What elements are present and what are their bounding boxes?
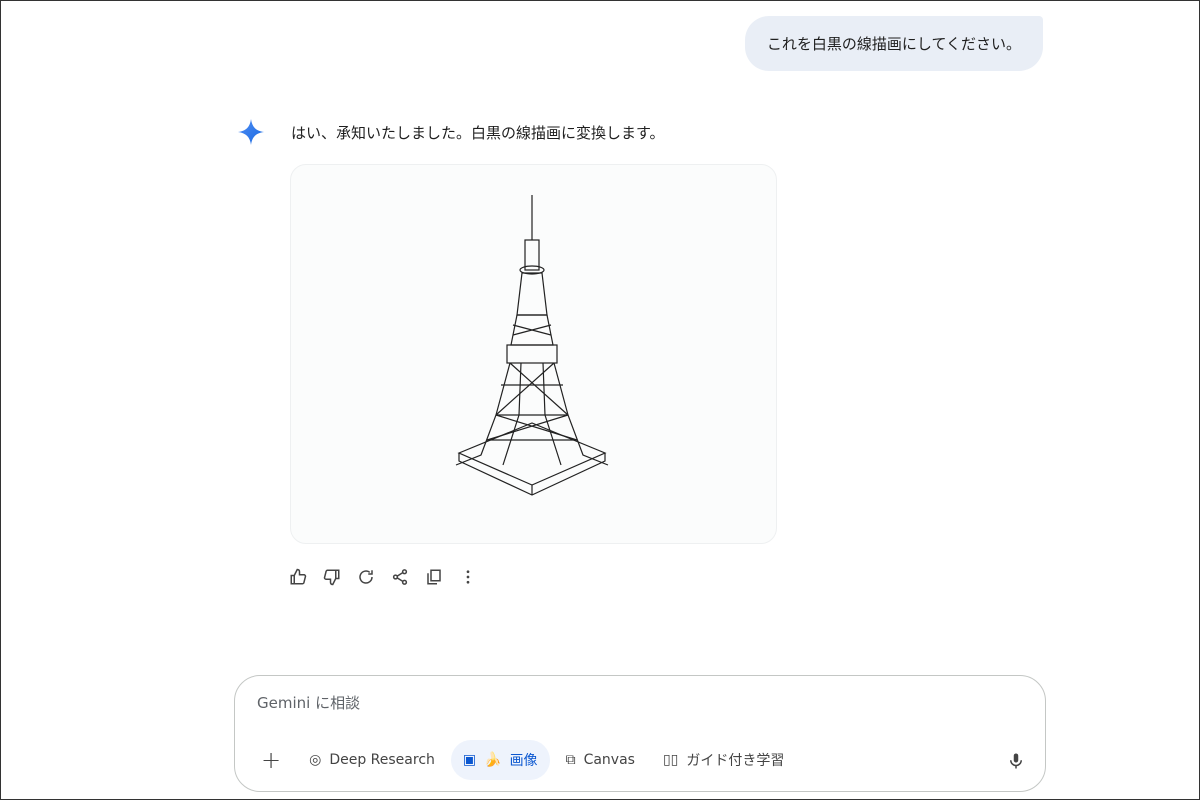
thumbs-down-icon[interactable] (322, 567, 342, 587)
gemini-spark-icon (238, 119, 264, 145)
assistant-reply: はい、承知いたしました。白黒の線描画に変換します。 (291, 124, 665, 142)
tokyo-tower-drawing (455, 195, 609, 496)
deep-research-label: Deep Research (329, 752, 435, 768)
regenerate-icon[interactable] (356, 567, 376, 587)
more-options-icon[interactable] (458, 567, 478, 587)
plus-icon: + (261, 746, 282, 774)
image-icon: ▣ (462, 752, 477, 768)
share-icon[interactable] (390, 567, 410, 587)
canvas-icon: ⧉ (565, 752, 576, 768)
microphone-icon[interactable] (1007, 751, 1025, 775)
guided-learning-label: ガイド付き学習 (686, 753, 785, 769)
user-message-text: これを白黒の線描画にしてください。 (766, 35, 1021, 53)
book-icon: ▯▯ (662, 752, 679, 768)
canvas-label: Canvas (583, 752, 635, 768)
image-label: 画像 (509, 753, 538, 769)
image-tool-button[interactable]: ▣ 🍌 画像 (450, 740, 550, 780)
deep-research-icon: ◎ (309, 752, 322, 768)
deep-research-button[interactable]: ◎ Deep Research (297, 740, 447, 780)
generated-image[interactable] (290, 164, 777, 544)
response-actions (288, 567, 478, 587)
thumbs-up-icon[interactable] (288, 567, 308, 587)
add-button[interactable]: + (249, 740, 293, 780)
user-message: これを白黒の線描画にしてください。 (744, 16, 1043, 71)
canvas-button[interactable]: ⧉ Canvas (554, 740, 647, 780)
guided-learning-button[interactable]: ▯▯ ガイド付き学習 (651, 740, 796, 780)
copy-icon[interactable] (424, 567, 444, 587)
banana-icon: 🍌 (484, 752, 502, 768)
prompt-input[interactable] (257, 694, 957, 712)
prompt-composer: + ◎ Deep Research ▣ 🍌 画像 ⧉ Canvas ▯▯ ガイド付き学習 (234, 675, 1046, 792)
